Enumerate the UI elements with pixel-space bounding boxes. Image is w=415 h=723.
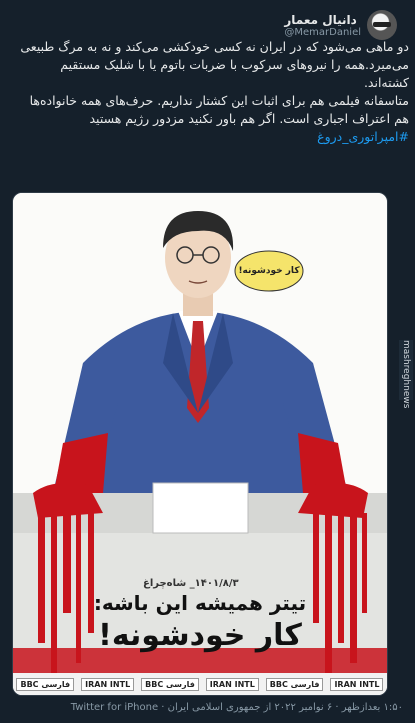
tweet-header[interactable]: دانیال معمار @MemarDaniel xyxy=(284,10,397,40)
author-name[interactable]: دانیال معمار xyxy=(284,13,356,27)
headline-line-2: کار خودشونه! xyxy=(98,618,302,653)
hashtag-link[interactable]: #امپراتوری_دروغ xyxy=(317,129,409,144)
tweet-container: دانیال معمار @MemarDaniel دو ماهی می‌شود… xyxy=(0,0,415,723)
avatar[interactable] xyxy=(367,10,397,40)
tweet-source[interactable]: Twitter for iPhone xyxy=(71,702,158,713)
logo-iran-intl: IRAN INTL xyxy=(330,677,384,691)
headline-line-1: تیتر همیشه این باشه: xyxy=(93,591,307,615)
logo-bbc-persian: BBC فارسی xyxy=(265,677,324,691)
broadcaster-logos: BBC فارسی IRAN INTL BBC فارسی IRAN INTL … xyxy=(13,673,387,695)
tweet-paragraph-1: دو ماهی می‌شود که در ایران نه کسی خودکشی… xyxy=(20,39,409,90)
logo-iran-intl: IRAN INTL xyxy=(81,677,135,691)
logo-iran-intl: IRAN INTL xyxy=(205,677,259,691)
tweet-media-image[interactable]: کار خودشونه! ۱۴۰۱/۸/۳_ شاه‌چراغ تیتر همی… xyxy=(12,192,388,696)
author-block[interactable]: دانیال معمار @MemarDaniel xyxy=(284,13,361,38)
logo-bbc-persian: BBC فارسی xyxy=(16,677,75,691)
tweet-body: دو ماهی می‌شود که در ایران نه کسی خودکشی… xyxy=(14,38,409,146)
headline-date: ۱۴۰۱/۸/۳_ شاه‌چراغ xyxy=(143,578,239,589)
author-handle[interactable]: @MemarDaniel xyxy=(284,27,361,38)
tweet-paragraph-2: متاسفانه فیلمی هم برای اثبات این کشتار ن… xyxy=(29,93,409,126)
speech-bubble-text: کار خودشونه! xyxy=(238,266,300,276)
tweet-timestamp[interactable]: ۱:۵۰ بعدازظهر · ۶ نوامبر ۲۰۲۲ از جمهوری … xyxy=(168,702,403,713)
paper-sheet xyxy=(152,482,249,534)
tweet-footer: ۱:۵۰ بعدازظهر · ۶ نوامبر ۲۰۲۲ از جمهوری … xyxy=(70,702,403,713)
logo-bbc-persian: BBC فارسی xyxy=(141,677,199,691)
watermark-label: mashreghnews xyxy=(399,340,413,409)
